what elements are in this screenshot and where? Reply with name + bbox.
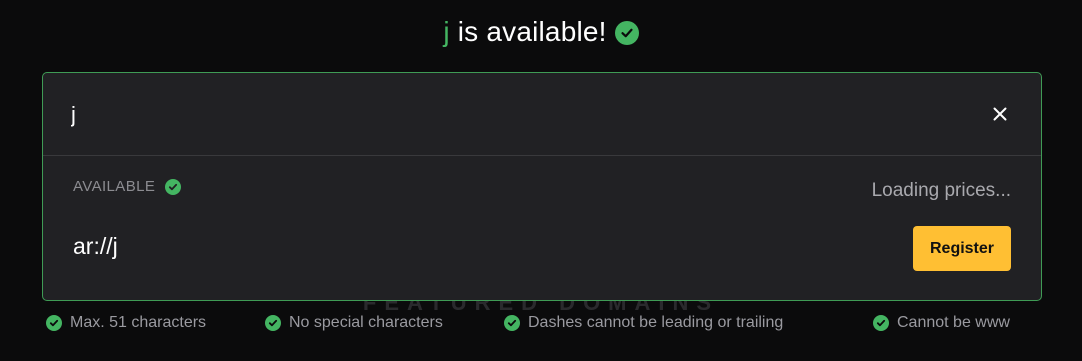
register-button[interactable]: Register <box>913 226 1011 271</box>
headline-status-text: is available! <box>457 16 607 47</box>
search-row <box>43 73 1041 156</box>
check-circle-icon <box>614 21 639 45</box>
check-circle-icon <box>873 315 889 331</box>
domain-search-page: j is available! FEATURED DOMAINS AVAILAB… <box>0 0 1082 361</box>
check-circle-icon <box>165 178 182 195</box>
check-circle-icon <box>265 315 281 331</box>
rule-label: Cannot be www <box>897 314 1010 331</box>
rule-no-special-characters: No special characters <box>265 314 443 332</box>
check-circle-icon <box>46 315 62 331</box>
check-circle-icon <box>504 315 520 331</box>
search-panel: AVAILABLE Loading prices... ar://j Regis… <box>42 72 1042 301</box>
clear-search-button[interactable] <box>987 101 1013 127</box>
availability-status-label: AVAILABLE <box>73 178 156 195</box>
rule-not-www: Cannot be www <box>873 314 1010 332</box>
rule-max-length: Max. 51 characters <box>46 314 206 332</box>
rule-label: Max. 51 characters <box>70 314 207 331</box>
rule-dashes: Dashes cannot be leading or trailing <box>504 314 783 332</box>
domain-search-input[interactable] <box>71 97 951 133</box>
availability-headline: j is available! <box>0 16 1082 48</box>
price-status: Loading prices... <box>871 180 1011 201</box>
headline-domain-name: j <box>443 16 450 47</box>
rule-label: Dashes cannot be leading or trailing <box>528 314 784 331</box>
domain-result-name: ar://j <box>73 233 118 259</box>
availability-status: AVAILABLE <box>73 178 182 195</box>
rule-label: No special characters <box>289 314 443 331</box>
close-icon <box>993 107 1007 121</box>
